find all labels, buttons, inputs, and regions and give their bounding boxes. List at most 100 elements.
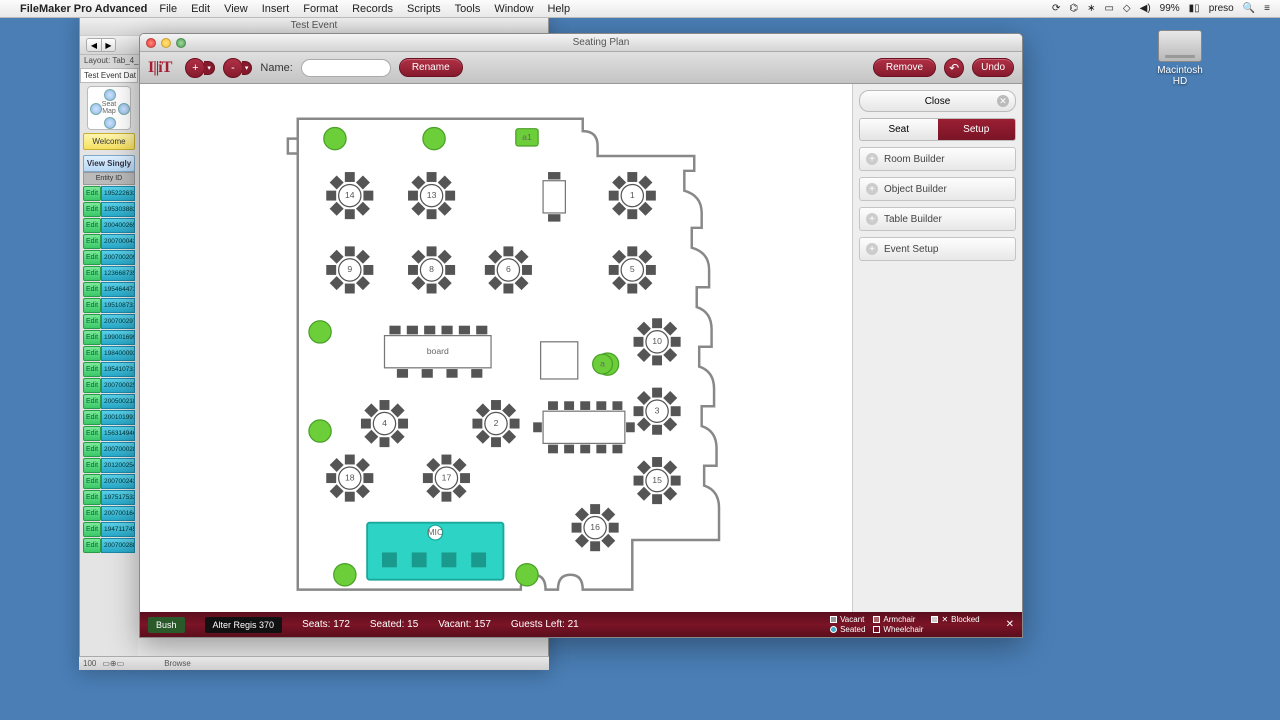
entity-row[interactable]: Edit2001019914	[83, 410, 135, 425]
app-name[interactable]: FileMaker Pro Advanced	[20, 3, 147, 15]
green-marker[interactable]	[423, 127, 445, 149]
zoom-in-group[interactable]: +▾	[185, 58, 215, 78]
entity-row[interactable]: Edit1947117450	[83, 522, 135, 537]
edit-button[interactable]: Edit	[83, 298, 101, 313]
round-table[interactable]: 3	[634, 388, 681, 435]
wifi-icon[interactable]: ◇	[1123, 3, 1131, 14]
round-table[interactable]: 4	[361, 400, 408, 447]
browse-mode[interactable]: Browse	[164, 659, 191, 668]
entity-row[interactable]: Edit2004002655	[83, 218, 135, 233]
zoom-out-group[interactable]: -▾	[223, 58, 253, 78]
entity-row[interactable]: Edit2005002186	[83, 394, 135, 409]
menu-help[interactable]: Help	[547, 3, 570, 15]
green-marker[interactable]	[324, 127, 346, 149]
green-marker[interactable]	[309, 420, 331, 442]
entity-row[interactable]: Edit1975175324	[83, 490, 135, 505]
edit-button[interactable]: Edit	[83, 538, 101, 553]
edit-button[interactable]: Edit	[83, 234, 101, 249]
edit-button[interactable]: Edit	[83, 490, 101, 505]
menu-tools[interactable]: Tools	[455, 3, 481, 15]
seating-titlebar[interactable]: Seating Plan	[140, 34, 1022, 52]
menu-view[interactable]: View	[224, 3, 248, 15]
edit-button[interactable]: Edit	[83, 218, 101, 233]
round-table[interactable]: 10	[634, 318, 681, 365]
traffic-lights[interactable]	[146, 38, 186, 48]
round-table[interactable]: 16	[572, 504, 619, 551]
tag-bush[interactable]: Bush	[148, 617, 185, 633]
accordion-event-setup[interactable]: +Event Setup	[859, 237, 1016, 261]
bluetooth-icon[interactable]: ⌬	[1069, 3, 1078, 14]
undo-icon[interactable]: ↶	[944, 58, 964, 78]
edit-button[interactable]: Edit	[83, 266, 101, 281]
edit-button[interactable]: Edit	[83, 474, 101, 489]
view-singly-tab[interactable]: View Singly	[83, 155, 135, 172]
desktop-hdd[interactable]: Macintosh HD	[1150, 30, 1210, 87]
round-table[interactable]: 9	[326, 246, 373, 293]
round-table[interactable]: 17	[423, 455, 470, 502]
edit-button[interactable]: Edit	[83, 378, 101, 393]
menu-records[interactable]: Records	[352, 3, 393, 15]
edit-button[interactable]: Edit	[83, 362, 101, 377]
tab-setup[interactable]: Setup	[938, 119, 1016, 140]
round-table[interactable]: 5	[609, 246, 656, 293]
entity-row[interactable]: Edit2007000252	[83, 378, 135, 393]
edit-button[interactable]: Edit	[83, 458, 101, 473]
round-table[interactable]: 13	[408, 172, 455, 219]
edit-button[interactable]: Edit	[83, 202, 101, 217]
entity-row[interactable]: Edit1990016997	[83, 330, 135, 345]
rect-table[interactable]	[543, 411, 625, 443]
round-table[interactable]: 15	[634, 457, 681, 504]
round-table[interactable]: 2	[472, 400, 519, 447]
status-icon[interactable]: ⟳	[1052, 3, 1060, 14]
entity-row[interactable]: Edit1954644732	[83, 282, 135, 297]
bt-icon[interactable]: ∗	[1087, 3, 1095, 14]
green-marker[interactable]	[309, 321, 331, 343]
rename-button[interactable]: Rename	[399, 58, 463, 77]
menu-insert[interactable]: Insert	[262, 3, 290, 15]
battery-text[interactable]: 99%	[1160, 3, 1180, 14]
entity-row[interactable]: Edit2007002971	[83, 314, 135, 329]
round-table[interactable]: 8	[408, 246, 455, 293]
welcome-button[interactable]: Welcome	[83, 133, 135, 150]
menu-edit[interactable]: Edit	[191, 3, 210, 15]
edit-button[interactable]: Edit	[83, 250, 101, 265]
round-table[interactable]: 18	[326, 455, 373, 502]
entity-row[interactable]: Edit1984000922	[83, 346, 135, 361]
tag-alter[interactable]: Alter Regis 370	[205, 617, 283, 633]
battery-icon[interactable]: ▮▯	[1189, 3, 1200, 14]
edit-button[interactable]: Edit	[83, 314, 101, 329]
undo-button[interactable]: Undo	[972, 58, 1014, 77]
edit-button[interactable]: Edit	[83, 346, 101, 361]
round-table[interactable]: 1	[609, 172, 656, 219]
menu-format[interactable]: Format	[303, 3, 338, 15]
seatmap-button[interactable]	[87, 86, 131, 130]
green-marker[interactable]	[334, 564, 356, 586]
entity-row[interactable]: Edit1953038829	[83, 202, 135, 217]
edit-button[interactable]: Edit	[83, 442, 101, 457]
entity-row[interactable]: Edit1951087318	[83, 298, 135, 313]
accordion-room-builder[interactable]: +Room Builder	[859, 147, 1016, 171]
menu-icon[interactable]: ≡	[1264, 3, 1270, 14]
edit-button[interactable]: Edit	[83, 506, 101, 521]
accordion-table-builder[interactable]: +Table Builder	[859, 207, 1016, 231]
edit-button[interactable]: Edit	[83, 330, 101, 345]
volume-icon[interactable]: ◀)	[1140, 3, 1151, 14]
entity-row[interactable]: Edit1563149467	[83, 426, 135, 441]
edit-button[interactable]: Edit	[83, 522, 101, 537]
entity-row[interactable]: Edit2007000430	[83, 234, 135, 249]
tab-seat[interactable]: Seat	[860, 119, 938, 140]
entity-row[interactable]: Edit2007002436	[83, 474, 135, 489]
entity-row[interactable]: Edit2007002096	[83, 250, 135, 265]
menu-scripts[interactable]: Scripts	[407, 3, 441, 15]
edit-button[interactable]: Edit	[83, 282, 101, 297]
entity-row[interactable]: Edit2007001641	[83, 506, 135, 521]
round-table[interactable]: 6	[485, 246, 532, 293]
remove-button[interactable]: Remove	[873, 58, 936, 77]
menu-file[interactable]: File	[159, 3, 177, 15]
entity-row[interactable]: Edit2007002884	[83, 538, 135, 553]
display-icon[interactable]: ▭	[1104, 3, 1113, 14]
entity-row[interactable]: Edit1236687354	[83, 266, 135, 281]
back-titlebar[interactable]: Test Event	[80, 15, 548, 35]
close-icon[interactable]: ✕	[997, 95, 1009, 107]
menu-window[interactable]: Window	[494, 3, 533, 15]
